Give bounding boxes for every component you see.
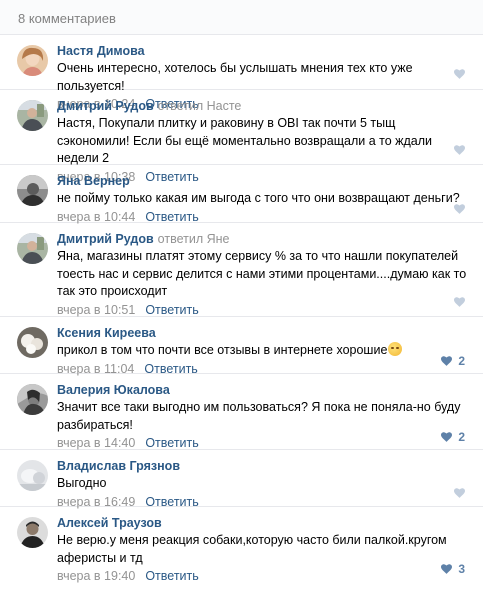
like-button[interactable] bbox=[454, 69, 465, 79]
comment-body: Дмитрий Рудов ответил Яне Яна, магазины п… bbox=[57, 231, 469, 319]
reply-button[interactable]: Ответить bbox=[145, 303, 198, 317]
heart-icon bbox=[454, 204, 465, 214]
avatar[interactable] bbox=[17, 233, 48, 264]
like-count: 3 bbox=[458, 562, 465, 576]
like-button[interactable] bbox=[454, 297, 465, 307]
like-button[interactable] bbox=[454, 145, 465, 155]
heart-icon bbox=[454, 297, 465, 307]
avatar[interactable] bbox=[17, 175, 48, 206]
comment-item: Дмитрий Рудов ответил Яне Яна, магазины п… bbox=[0, 223, 483, 317]
avatar[interactable] bbox=[17, 100, 48, 131]
reply-button[interactable]: Ответить bbox=[145, 569, 198, 583]
comment-author[interactable]: Дмитрий Рудов bbox=[57, 99, 154, 113]
comment-item: Настя Димова Очень интересно, хотелось б… bbox=[0, 35, 483, 111]
comment-author[interactable]: Алексей Траузов bbox=[57, 516, 162, 530]
heart-icon bbox=[441, 432, 453, 442]
comment-text: Не верю.у меня реакция собаки,которую ча… bbox=[57, 533, 447, 565]
reply-button[interactable]: Ответить bbox=[145, 436, 198, 450]
avatar[interactable] bbox=[17, 384, 48, 415]
comments-count: 8 комментариев bbox=[18, 11, 116, 26]
comment-text: прикол в том что почти все отзывы в инте… bbox=[57, 343, 388, 357]
heart-icon bbox=[441, 356, 453, 366]
comment-date[interactable]: вчера в 10:44 bbox=[57, 210, 135, 224]
comments-panel: 8 комментариев Настя Димова Очень интере… bbox=[0, 0, 483, 604]
comment-author[interactable]: Владислав Грязнов bbox=[57, 459, 180, 473]
comment-item: Дмитрий Рудов ответил Насте Настя, Покупа… bbox=[0, 90, 483, 184]
comment-author[interactable]: Яна Вернер bbox=[57, 174, 130, 188]
comments-header: 8 комментариев bbox=[0, 0, 483, 35]
comment-item: Валерия Юкалова Значит все таки выгодно … bbox=[0, 374, 483, 450]
comment-body: Алексей Траузов Не верю.у меня реакция с… bbox=[57, 515, 469, 585]
comment-date[interactable]: вчера в 10:51 bbox=[57, 303, 135, 317]
comment-author[interactable]: Дмитрий Рудов bbox=[57, 232, 154, 246]
comment-text: Настя, Покупали плитку и раковину в OBI … bbox=[57, 116, 433, 165]
comment-body: Ксения Киреева прикол в том что почти вс… bbox=[57, 325, 469, 378]
comment-text: Значит все таки выгодно им пользоваться?… bbox=[57, 400, 461, 432]
comment-author[interactable]: Валерия Юкалова bbox=[57, 383, 170, 397]
comment-item: Алексей Траузов Не верю.у меня реакция с… bbox=[0, 507, 483, 585]
comment-item: Яна Вернер не пойму только какая им выго… bbox=[0, 165, 483, 226]
comment-text: не пойму только какая им выгода с того ч… bbox=[57, 191, 460, 205]
comment-text: Выгодно bbox=[57, 476, 107, 490]
comment-body: Валерия Юкалова Значит все таки выгодно … bbox=[57, 382, 469, 452]
like-button[interactable]: 2 bbox=[441, 430, 465, 444]
heart-icon bbox=[454, 145, 465, 155]
like-button[interactable]: 2 bbox=[441, 354, 465, 368]
avatar[interactable] bbox=[17, 327, 48, 358]
smile-emoji-icon bbox=[388, 342, 403, 356]
reply-button[interactable]: Ответить bbox=[145, 210, 198, 224]
like-button[interactable] bbox=[454, 204, 465, 214]
like-count: 2 bbox=[458, 430, 465, 444]
avatar[interactable] bbox=[17, 45, 48, 76]
comment-text: Яна, магазины платят этому сервису % за … bbox=[57, 249, 467, 298]
comment-author[interactable]: Настя Димова bbox=[57, 44, 145, 58]
heart-icon bbox=[454, 488, 465, 498]
comment-body: Яна Вернер не пойму только какая им выго… bbox=[57, 173, 469, 226]
comment-author[interactable]: Ксения Киреева bbox=[57, 326, 156, 340]
like-count: 2 bbox=[458, 354, 465, 368]
avatar[interactable] bbox=[17, 517, 48, 548]
reply-to-link[interactable]: Яне bbox=[207, 232, 230, 246]
like-button[interactable] bbox=[454, 488, 465, 498]
like-button[interactable]: 3 bbox=[441, 562, 465, 576]
heart-icon bbox=[454, 69, 465, 79]
replied-label: ответил bbox=[157, 232, 204, 246]
replied-label: ответил bbox=[157, 99, 204, 113]
comment-date[interactable]: вчера в 14:40 bbox=[57, 436, 135, 450]
comment-item: Ксения Киреева прикол в том что почти вс… bbox=[0, 317, 483, 376]
avatar[interactable] bbox=[17, 460, 48, 491]
comment-date[interactable]: вчера в 19:40 bbox=[57, 569, 135, 583]
comment-item: Владислав Грязнов Выгодно вчера в 16:49 О… bbox=[0, 450, 483, 509]
reply-to-link[interactable]: Насте bbox=[207, 99, 242, 113]
heart-icon bbox=[441, 564, 453, 574]
comment-body: Владислав Грязнов Выгодно вчера в 16:49 О… bbox=[57, 458, 469, 511]
